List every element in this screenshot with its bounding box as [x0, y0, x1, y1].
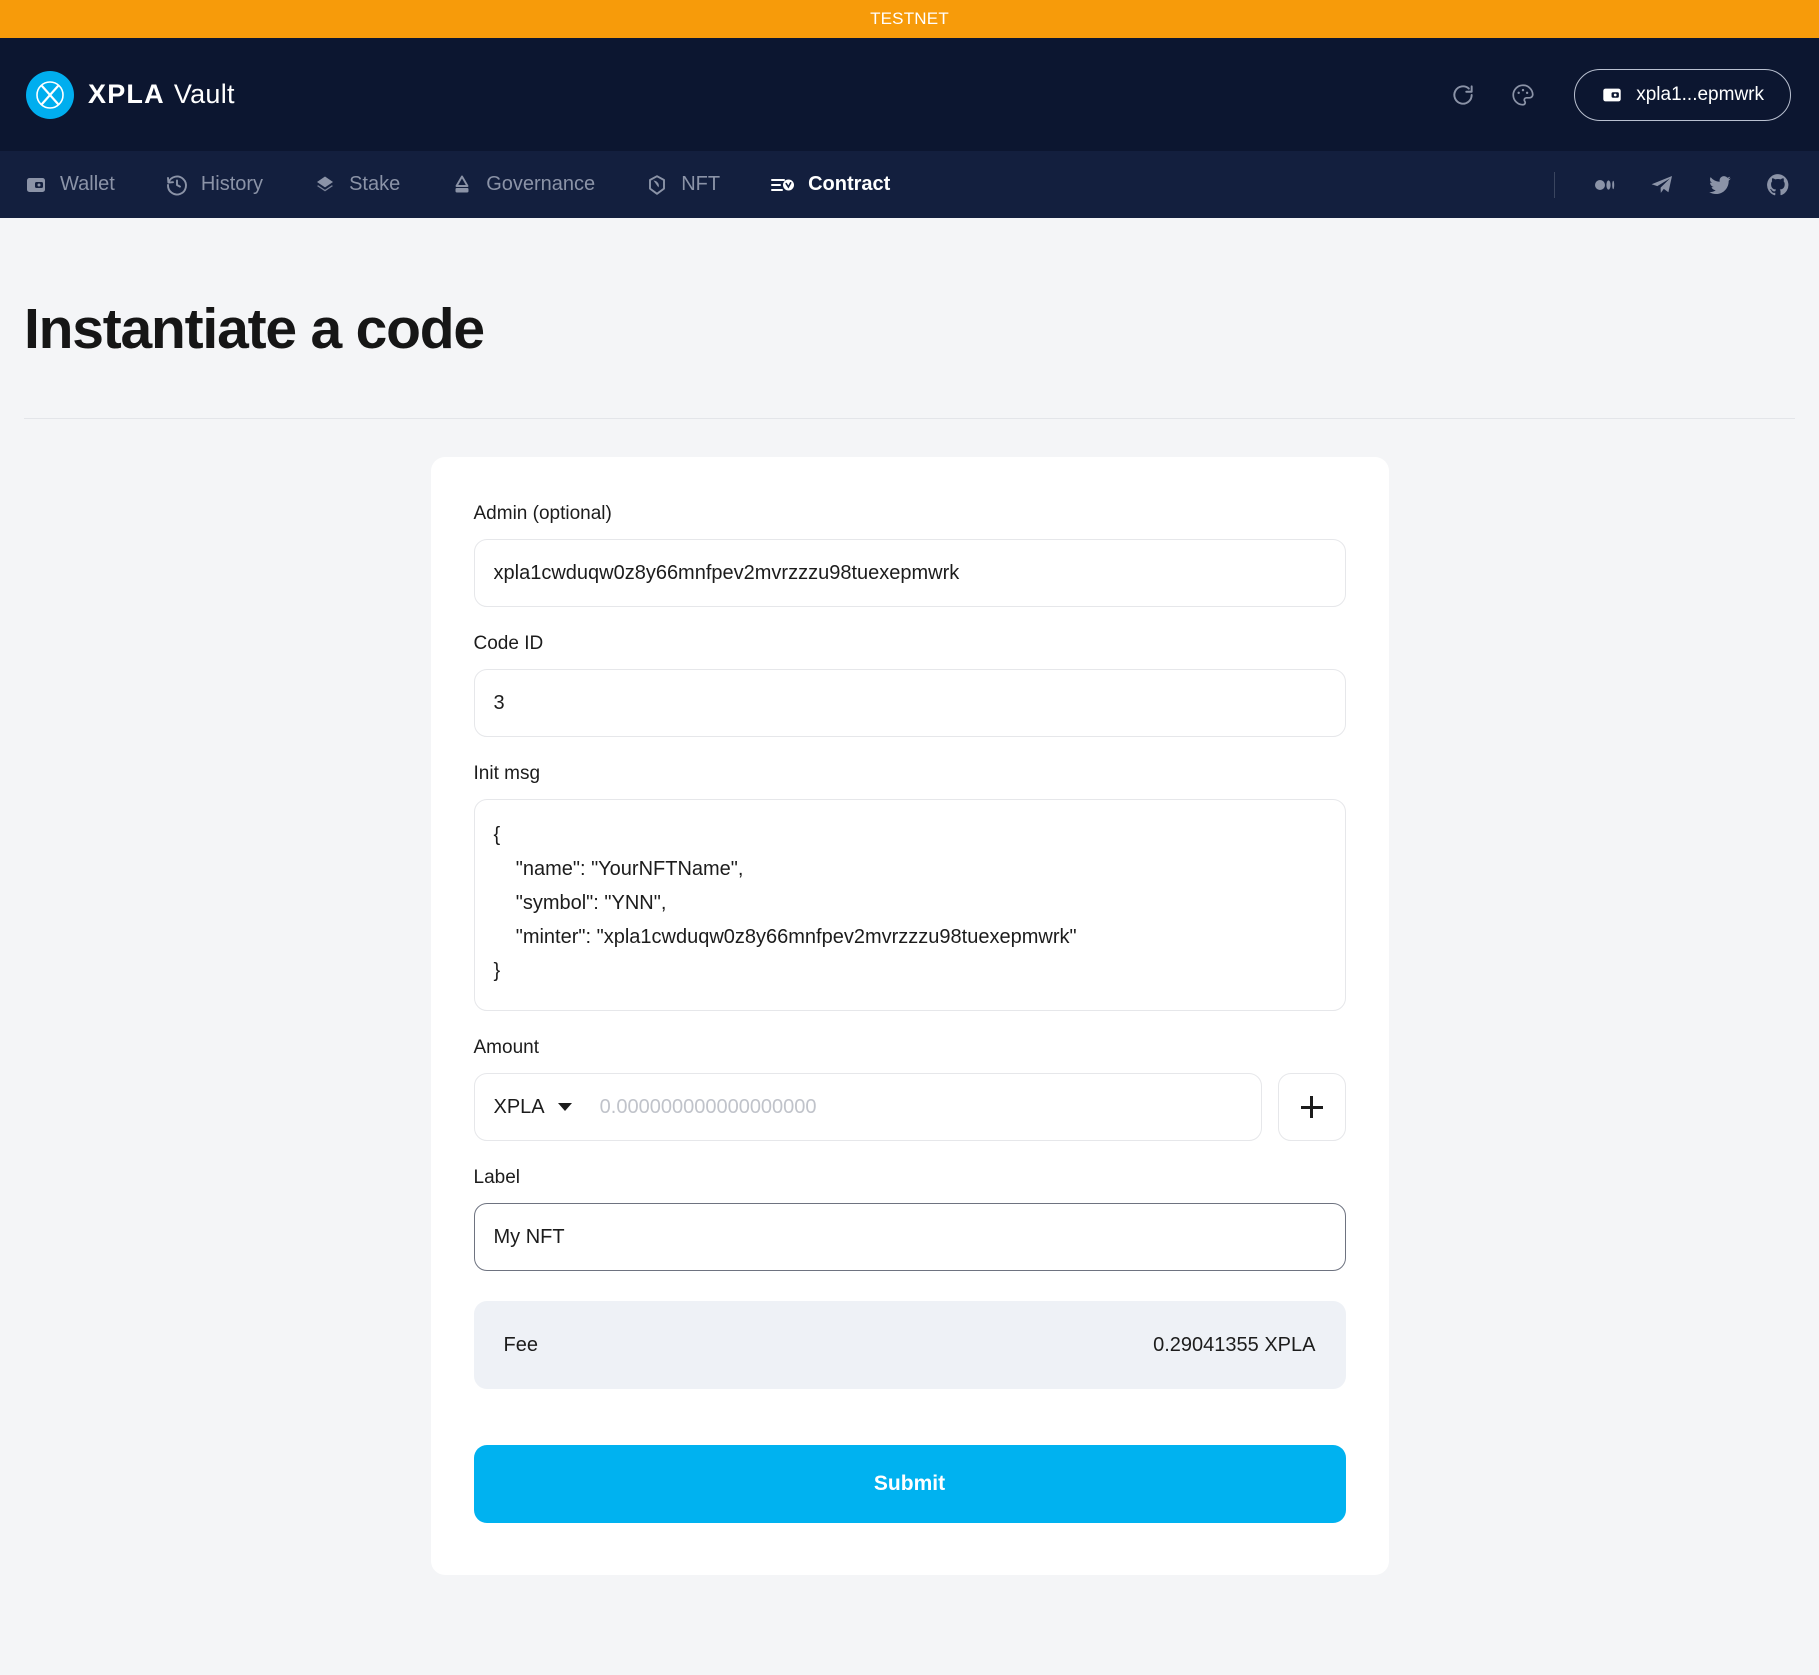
github-icon[interactable]: [1765, 172, 1791, 198]
chevron-down-icon: [557, 1103, 572, 1111]
nav-item-label: Stake: [349, 173, 401, 195]
nav-item-contract[interactable]: Contract: [770, 173, 890, 197]
nav-divider: [1554, 171, 1555, 198]
top-header: XPLA Vault xpla1...epmwrk: [0, 38, 1819, 151]
label-input[interactable]: [473, 1203, 1346, 1271]
brand-logo-link[interactable]: XPLA Vault: [26, 70, 235, 119]
nav-item-wallet[interactable]: Wallet: [24, 173, 143, 197]
nav-item-label: Governance: [486, 173, 596, 195]
fee-value: 0.29041355 XPLA: [1153, 1333, 1316, 1356]
page-bottom-spacer: [0, 1623, 1819, 1659]
fee-summary: Fee 0.29041355 XPLA: [473, 1301, 1346, 1389]
brand-suffix: Vault: [173, 79, 235, 109]
telegram-icon[interactable]: [1649, 172, 1675, 198]
code-id-input[interactable]: [473, 669, 1346, 737]
admin-field-group: Admin (optional): [473, 503, 1346, 607]
label-field-label: Label: [473, 1167, 521, 1188]
submit-button[interactable]: Submit: [473, 1445, 1346, 1523]
social-links: [1554, 171, 1791, 198]
testnet-banner-label: TESTNET: [870, 9, 949, 28]
page-title: Instantiate a code: [24, 297, 485, 361]
code-id-field-label: Code ID: [473, 633, 544, 654]
medium-icon[interactable]: [1591, 172, 1617, 198]
layers-diamond-icon: [313, 173, 337, 197]
add-amount-button[interactable]: [1277, 1073, 1346, 1141]
palette-icon[interactable]: [1508, 80, 1538, 110]
nav-item-history[interactable]: History: [165, 173, 291, 197]
amount-input[interactable]: [587, 1095, 1242, 1119]
wallet-icon: [24, 173, 48, 197]
main-content: Instantiate a code Admin (optional) Code…: [0, 218, 1819, 1623]
wallet-address-chip[interactable]: xpla1...epmwrk: [1574, 68, 1791, 121]
denom-select-value: XPLA: [493, 1095, 545, 1118]
nav-item-label: Contract: [808, 173, 891, 195]
instantiate-form-card: Admin (optional) Code ID Init msg { "nam…: [430, 457, 1389, 1575]
app-root: TESTNET XPLA Vault xpla1...epmwrk Wallet…: [0, 0, 1819, 1675]
code-id-field-group: Code ID: [473, 633, 1346, 737]
amount-field-label: Amount: [473, 1037, 539, 1058]
fee-label: Fee: [503, 1333, 538, 1356]
form-card-wrap: Admin (optional) Code ID Init msg { "nam…: [24, 419, 1795, 1575]
wallet-icon: [1601, 84, 1623, 106]
init-msg-field-label: Init msg: [473, 763, 541, 784]
main-nav: Wallet History Stake Governance NFT Cont…: [0, 151, 1819, 218]
nav-item-governance[interactable]: Governance: [450, 173, 623, 197]
refresh-icon[interactable]: [1448, 80, 1478, 110]
nav-item-list: Wallet History Stake Governance NFT Cont…: [24, 173, 890, 197]
history-clock-icon: [165, 173, 189, 197]
gavel-stamp-icon: [450, 173, 474, 197]
contract-list-icon: [770, 173, 796, 197]
amount-input-wrapper: XPLA: [473, 1073, 1262, 1141]
admin-input[interactable]: [473, 539, 1346, 607]
testnet-banner: TESTNET: [0, 0, 1819, 38]
denom-select[interactable]: XPLA: [494, 1096, 588, 1119]
header-actions: xpla1...epmwrk: [1448, 68, 1791, 121]
twitter-icon[interactable]: [1707, 172, 1733, 198]
init-msg-textarea[interactable]: { "name": "YourNFTName", "symbol": "YNN"…: [473, 799, 1346, 1011]
nav-item-stake[interactable]: Stake: [313, 173, 428, 197]
plus-icon: [1300, 1096, 1323, 1118]
init-msg-field-group: Init msg { "name": "YourNFTName", "symbo…: [473, 763, 1346, 1011]
nft-hexagon-icon: [645, 173, 669, 197]
brand-name: XPLA: [88, 79, 165, 109]
xpla-x-logo-icon: [26, 70, 74, 119]
nav-item-nft[interactable]: NFT: [645, 173, 748, 197]
nav-item-label: Wallet: [60, 173, 115, 195]
nav-item-label: History: [200, 173, 264, 195]
nav-item-label: NFT: [681, 173, 721, 195]
admin-field-label: Admin (optional): [473, 503, 612, 524]
label-field-group: Label: [473, 1167, 1346, 1271]
wallet-address-label: xpla1...epmwrk: [1636, 83, 1764, 105]
amount-field-group: Amount XPLA: [473, 1037, 1346, 1141]
card-bottom-spacer: [24, 1575, 1795, 1623]
amount-row: XPLA: [473, 1073, 1346, 1141]
